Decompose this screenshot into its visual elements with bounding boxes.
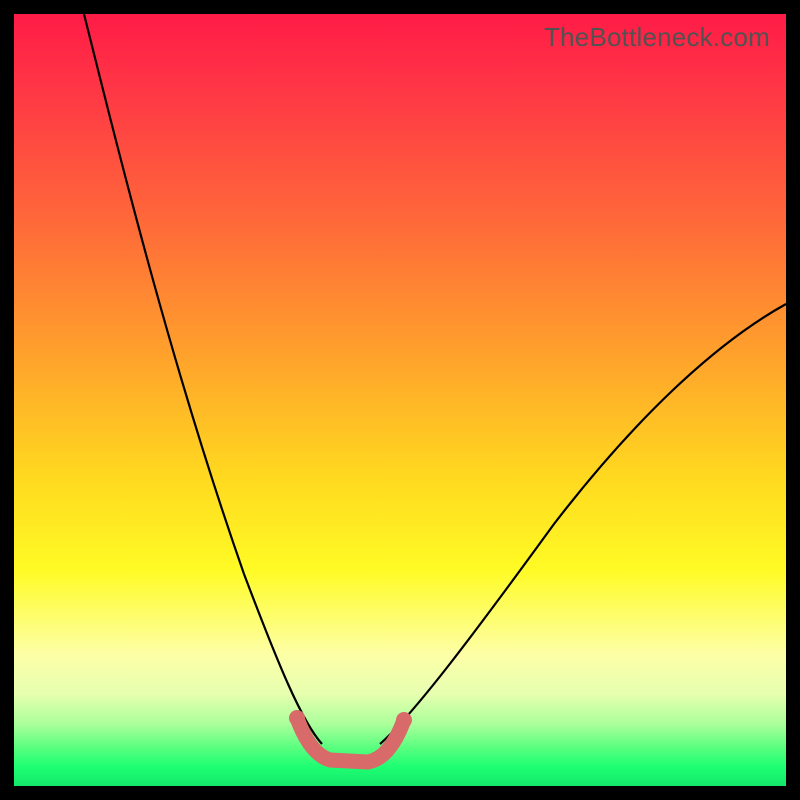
plot-area: TheBottleneck.com: [14, 14, 786, 786]
flat-highlight: [297, 718, 404, 762]
curve-layer: [14, 14, 786, 786]
highlight-dot-right: [396, 712, 412, 728]
chart-frame: TheBottleneck.com: [0, 0, 800, 800]
left-curve: [84, 14, 322, 744]
right-curve: [380, 304, 786, 744]
highlight-dot-left: [289, 710, 305, 726]
